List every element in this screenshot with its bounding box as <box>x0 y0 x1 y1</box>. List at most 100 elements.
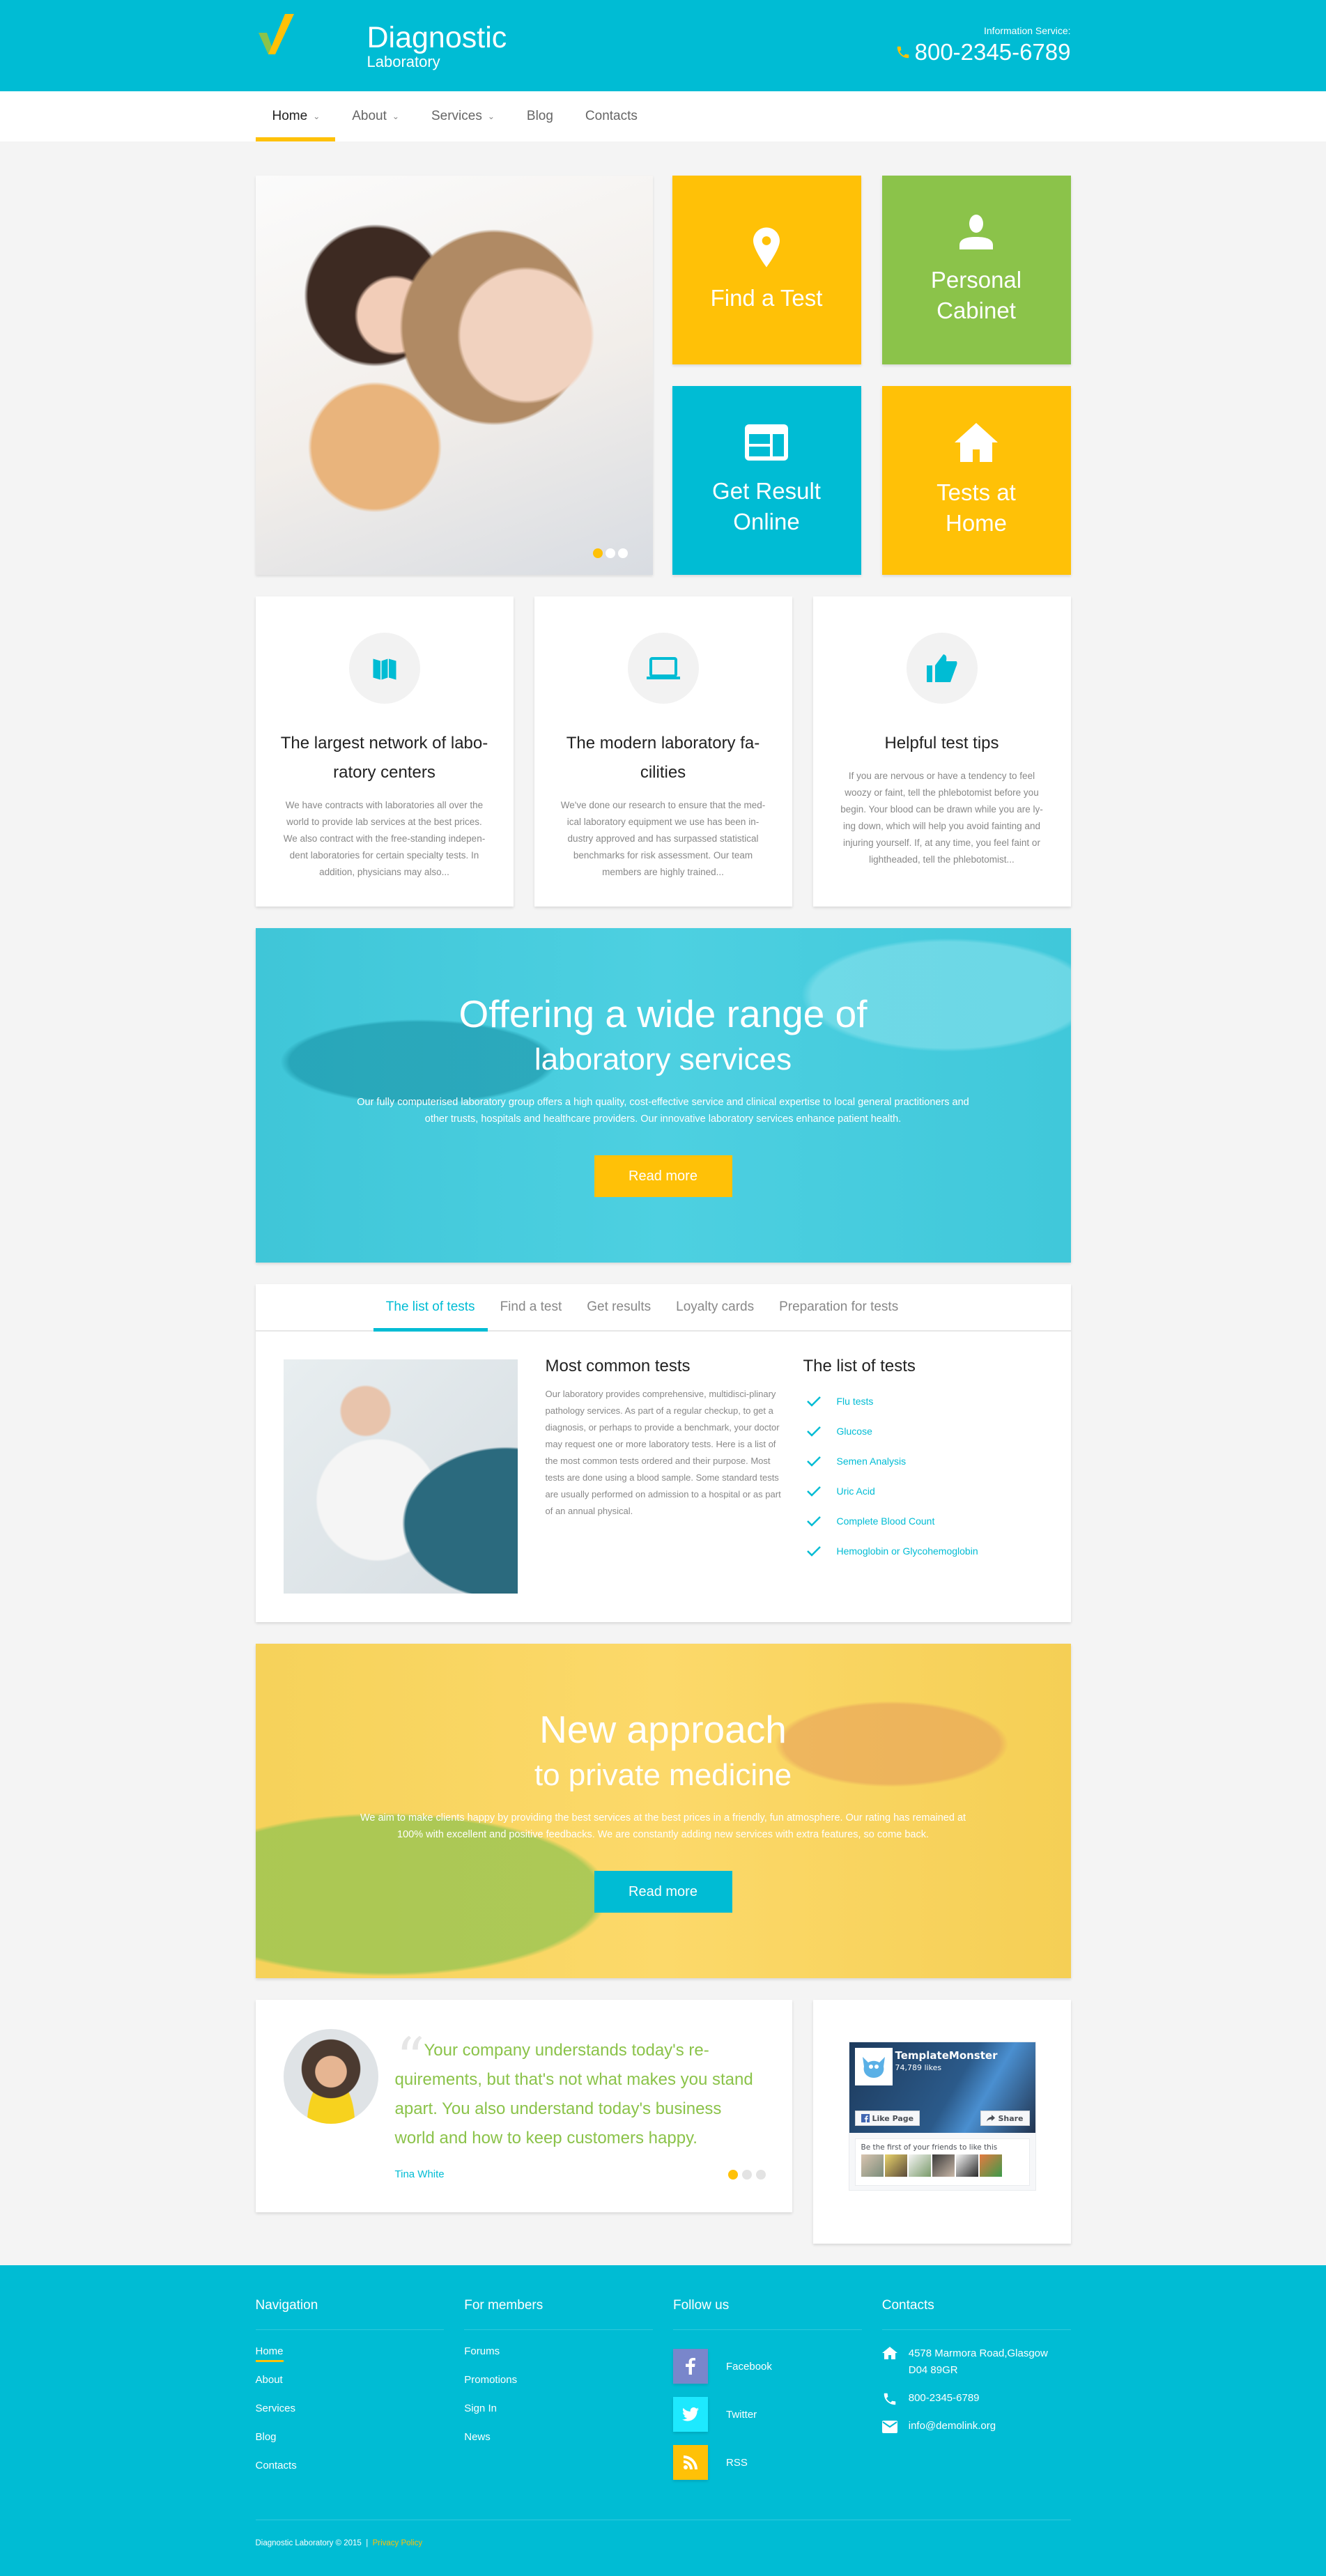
tile-tests-at-home[interactable]: Tests at Home <box>881 386 1071 575</box>
brand-title: Diagnostic <box>367 21 507 54</box>
nav-item-contacts[interactable]: Contacts <box>569 91 653 141</box>
social-link-rss[interactable]: RSS <box>673 2442 862 2483</box>
map-pin-icon <box>753 227 780 267</box>
map-icon <box>373 658 396 680</box>
contact-email[interactable]: info@demolink.org <box>881 2418 1071 2435</box>
test-list-item[interactable]: Uric Acid <box>803 1476 1044 1506</box>
footer-link-news[interactable]: News <box>464 2431 653 2460</box>
testimonial-dot[interactable] <box>741 2170 752 2180</box>
facebook-page-name[interactable]: TemplateMonster <box>895 2049 998 2062</box>
footer-link-sign-in[interactable]: Sign In <box>464 2403 653 2431</box>
friend-avatar[interactable] <box>932 2154 955 2177</box>
feature-icon-circle <box>348 633 420 704</box>
browser-window-icon <box>745 424 788 461</box>
footer-link-home[interactable]: Home <box>255 2345 445 2374</box>
facebook-cover[interactable]: TemplateMonster 74,789 likes Like Page S… <box>849 2042 1035 2133</box>
header-phone[interactable]: 800-2345-6789 <box>895 39 1071 65</box>
testimonial-dot[interactable] <box>727 2170 738 2180</box>
tab-loyalty-cards[interactable]: Loyalty cards <box>663 1284 766 1330</box>
tile-personal-cabinet[interactable]: Personal Cabinet <box>881 176 1071 364</box>
banner-title: Offering a wide range of <box>458 992 868 1035</box>
nav-item-blog[interactable]: Blog <box>510 91 569 141</box>
share-arrow-icon <box>987 2115 996 2122</box>
facebook-like-page-button[interactable]: Like Page <box>854 2111 920 2126</box>
slider-dot[interactable] <box>617 548 628 558</box>
home-icon <box>955 422 998 462</box>
footer-link-blog[interactable]: Blog <box>256 2431 445 2460</box>
social-label: Twitter <box>726 2408 757 2421</box>
checkmark-icon <box>806 1515 821 1527</box>
testimonial-quote: Your company understands today's re-quir… <box>394 2041 753 2147</box>
facebook-share-button[interactable]: Share <box>980 2111 1030 2126</box>
test-list-item[interactable]: Flu tests <box>803 1386 1044 1416</box>
test-name: Hemoglobin or Glycohemoglobin <box>836 1545 978 1557</box>
footer-link-promotions[interactable]: Promotions <box>464 2374 653 2403</box>
nav-item-about[interactable]: About ⌄ <box>335 91 415 141</box>
nav-item-home[interactable]: Home ⌄ <box>255 91 336 141</box>
tile-get-result-online[interactable]: Get Result Online <box>672 386 861 575</box>
templatemonster-logo-icon[interactable] <box>854 2048 893 2085</box>
test-list-item[interactable]: Hemoglobin or Glycohemoglobin <box>803 1536 1044 1566</box>
tests-tabs: The list of tests Find a test Get result… <box>255 1284 1071 1622</box>
facebook-icon <box>673 2349 708 2384</box>
laptop-icon <box>646 657 680 679</box>
tab-list-of-tests[interactable]: The list of tests <box>373 1284 488 1332</box>
testimonial-dot[interactable] <box>755 2170 766 2180</box>
test-name: Flu tests <box>836 1395 874 1407</box>
tab-preparation-for-tests[interactable]: Preparation for tests <box>766 1284 911 1330</box>
tile-label: Personal Cabinet <box>930 266 1022 323</box>
friend-avatar[interactable] <box>979 2154 1002 2177</box>
footer-members: For members Forums Promotions Sign In Ne… <box>464 2297 653 2490</box>
slider-dot[interactable] <box>592 548 603 558</box>
friend-avatar[interactable] <box>908 2154 931 2177</box>
footer-link-services[interactable]: Services <box>256 2403 445 2431</box>
twitter-icon <box>673 2397 708 2432</box>
brand[interactable]: Diagnostic Laboratory <box>367 22 507 71</box>
column-title: The list of tests <box>803 1357 916 1375</box>
banner-text: Our fully computerised laboratory group … <box>357 1097 969 1125</box>
nav-label: Contacts <box>585 109 638 123</box>
friend-avatar[interactable] <box>861 2154 884 2177</box>
address-text: 4578 Marmora Road,Glasgow D04 89GR <box>908 2347 1048 2376</box>
checkmark-icon <box>806 1396 821 1407</box>
feature-card: The largest network of labo-ratory cente… <box>255 596 514 907</box>
chevron-down-icon: ⌄ <box>392 111 399 121</box>
social-label: Facebook <box>726 2360 772 2373</box>
tab-find-a-test[interactable]: Find a test <box>488 1284 575 1330</box>
read-more-button[interactable]: Read more <box>594 1155 732 1197</box>
nav-label: About <box>352 109 387 123</box>
slider-dot[interactable] <box>605 548 615 558</box>
services-banner: Offering a wide range of laboratory serv… <box>255 928 1071 1263</box>
test-list-item[interactable]: Complete Blood Count <box>803 1506 1044 1536</box>
hero-slider-image[interactable] <box>255 176 653 575</box>
test-list-item[interactable]: Glucose <box>803 1416 1044 1446</box>
privacy-policy-link[interactable]: Privacy Policy <box>373 2539 423 2547</box>
tab-get-results[interactable]: Get results <box>574 1284 663 1330</box>
footer-link-contacts[interactable]: Contacts <box>256 2460 445 2488</box>
social-link-facebook[interactable]: Facebook <box>673 2345 862 2387</box>
info-service: Information Service: 800-2345-6789 <box>895 25 1071 65</box>
test-name: Glucose <box>836 1425 872 1437</box>
brand-subtitle: Laboratory <box>367 53 440 70</box>
test-list-item[interactable]: Semen Analysis <box>803 1446 1044 1476</box>
checkmark-icon <box>806 1426 821 1437</box>
main-navbar: Home ⌄ About ⌄ Services ⌄ Blog Contacts <box>0 91 1326 141</box>
social-link-twitter[interactable]: Twitter <box>673 2393 862 2435</box>
friend-avatar[interactable] <box>884 2154 907 2177</box>
approach-banner: New approach to private medicine We aim … <box>255 1644 1071 1978</box>
read-more-button[interactable]: Read more <box>594 1871 732 1913</box>
logo-check-icon[interactable] <box>258 14 298 54</box>
contact-address: 4578 Marmora Road,Glasgow D04 89GR <box>881 2345 1071 2379</box>
tile-find-a-test[interactable]: Find a Test <box>672 176 861 364</box>
header-phone-number: 800-2345-6789 <box>914 39 1071 65</box>
doctor-photo <box>283 1359 518 1594</box>
nav-label: Services <box>431 109 482 123</box>
banner-subtitle: laboratory services <box>534 1042 792 1077</box>
footer-link-about[interactable]: About <box>256 2374 445 2403</box>
nav-item-services[interactable]: Services ⌄ <box>415 91 510 141</box>
testimonial-author[interactable]: Tina White <box>395 2168 445 2180</box>
footer-link-forums[interactable]: Forums <box>464 2345 653 2374</box>
testimonial-pagination <box>727 2170 766 2180</box>
friend-avatar[interactable] <box>955 2154 978 2177</box>
contact-phone[interactable]: 800-2345-6789 <box>882 2390 1071 2407</box>
